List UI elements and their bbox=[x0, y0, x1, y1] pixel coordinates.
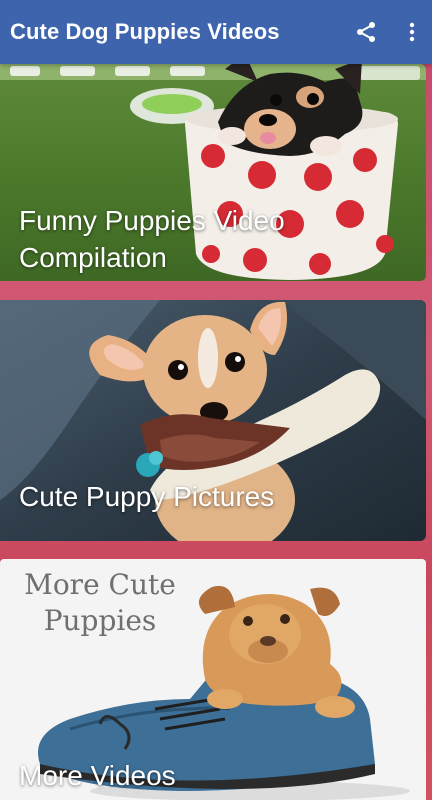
overlay-title-line-2: Puppies bbox=[43, 604, 157, 637]
app-title: Cute Dog Puppies Videos bbox=[10, 19, 280, 44]
card-cute-puppy-pictures[interactable]: Cute Puppy Pictures bbox=[0, 300, 426, 541]
overflow-menu-button[interactable] bbox=[392, 8, 432, 56]
share-icon bbox=[357, 22, 375, 42]
card-label-more-videos: More Videos bbox=[19, 760, 176, 791]
card-label-cute-puppy-pictures: Cute Puppy Pictures bbox=[19, 481, 275, 512]
share-button[interactable] bbox=[342, 8, 390, 56]
card-more-videos[interactable]: More Cute Puppies More Videos bbox=[0, 559, 426, 800]
app-bar: Cute Dog Puppies Videos bbox=[0, 0, 432, 64]
card-label-funny-puppies: Funny Puppies Video Compilation bbox=[19, 202, 285, 276]
card-label-line-1: Funny Puppies Video bbox=[19, 205, 285, 236]
overlay-title-line-1: More Cute bbox=[24, 568, 176, 601]
card-funny-puppies-compilation[interactable]: Funny Puppies Video Compilation bbox=[0, 64, 426, 281]
more-vert-icon bbox=[409, 22, 415, 42]
card-label-line-2: Compilation bbox=[19, 242, 167, 273]
app-bar-actions bbox=[342, 0, 432, 64]
